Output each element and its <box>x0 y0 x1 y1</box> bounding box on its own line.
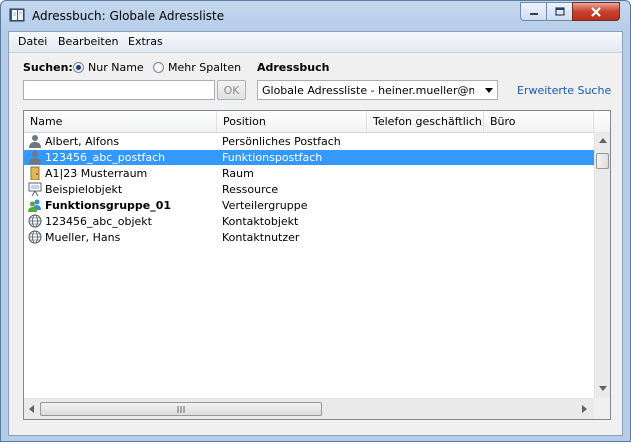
table-row[interactable]: Albert, Alfons Persönliches Postfach <box>24 134 594 149</box>
row-position: Raum <box>222 167 254 180</box>
maximize-button[interactable] <box>546 2 573 21</box>
radio-more-columns[interactable] <box>153 62 164 73</box>
radio-name-only-label[interactable]: Nur Name <box>88 61 144 74</box>
table-row[interactable]: A1|23 Musterraum Raum <box>24 166 594 181</box>
window-title: Adressbuch: Globale Adressliste <box>32 9 225 23</box>
menu-bar: Datei Bearbeiten Extras <box>9 32 622 53</box>
menu-item-extras[interactable]: Extras <box>128 35 163 48</box>
search-label: Suchen: <box>23 61 73 74</box>
column-header-office[interactable]: Büro <box>484 111 594 132</box>
minimize-button[interactable] <box>520 2 547 21</box>
row-position: Funktionspostfach <box>222 151 323 164</box>
ok-button[interactable]: OK <box>217 80 246 100</box>
search-input[interactable] <box>23 80 215 100</box>
ok-button-label: OK <box>223 83 240 97</box>
scroll-down-icon[interactable] <box>599 386 607 391</box>
list-header: Name Position Telefon geschäftlich Büro <box>24 111 610 133</box>
row-name: A1|23 Musterraum <box>45 167 148 180</box>
globe-icon <box>28 230 42 244</box>
vertical-scrollbar[interactable] <box>594 132 610 398</box>
addressbook-label: Adressbuch <box>257 61 330 74</box>
user-icon <box>29 135 41 148</box>
scroll-corner <box>594 398 610 419</box>
title-bar[interactable]: Adressbuch: Globale Adressliste <box>1 1 630 31</box>
room-icon <box>30 166 40 180</box>
row-name: Albert, Alfons <box>45 135 120 148</box>
menu-item-bearbeiten[interactable]: Bearbeiten <box>58 35 118 48</box>
scroll-left-icon[interactable] <box>29 405 34 413</box>
address-book-icon <box>9 8 25 22</box>
scroll-right-icon[interactable] <box>582 405 587 413</box>
menu-item-datei[interactable]: Datei <box>18 35 47 48</box>
row-name: 123456_abc_objekt <box>45 215 152 228</box>
table-row-selected[interactable]: 123456_abc_postfach Funktionspostfach <box>24 150 594 165</box>
close-icon <box>591 6 601 17</box>
user-icon <box>29 151 41 164</box>
radio-more-columns-label[interactable]: Mehr Spalten <box>168 61 241 74</box>
dialog-content: Datei Bearbeiten Extras Suchen: Nur Name… <box>8 31 623 436</box>
horizontal-scroll-thumb[interactable] <box>40 402 322 416</box>
row-position: Ressource <box>222 183 279 196</box>
maximize-icon <box>554 7 565 16</box>
vertical-scroll-thumb[interactable] <box>596 153 609 169</box>
row-name: Beispielobjekt <box>45 183 123 196</box>
row-name: 123456_abc_postfach <box>45 151 166 164</box>
minimize-icon <box>529 12 538 15</box>
horizontal-scrollbar[interactable] <box>24 398 594 419</box>
row-position: Verteilergruppe <box>222 199 308 212</box>
table-row[interactable]: Funktionsgruppe_01 Verteilergruppe <box>24 198 594 213</box>
table-row[interactable]: Beispielobjekt Ressource <box>24 182 594 197</box>
table-row[interactable]: 123456_abc_objekt Kontaktobjekt <box>24 214 594 229</box>
close-button[interactable] <box>572 2 620 21</box>
row-position: Persönliches Postfach <box>222 135 341 148</box>
table-row[interactable]: Mueller, Hans Kontaktnutzer <box>24 230 594 245</box>
chevron-down-icon <box>485 88 493 93</box>
resource-icon <box>28 182 42 196</box>
advanced-search-link[interactable]: Erweiterte Suche <box>517 84 611 97</box>
address-list: Name Position Telefon geschäftlich Büro … <box>23 110 611 420</box>
radio-name-only[interactable] <box>73 62 84 73</box>
globe-icon <box>28 214 42 228</box>
grip-icon <box>177 406 185 413</box>
addressbook-dropdown[interactable]: Globale Adressliste - heiner.mueller@m.. <box>257 80 498 100</box>
address-book-window: Adressbuch: Globale Adressliste Datei Be… <box>0 0 631 442</box>
column-header-position[interactable]: Position <box>217 111 367 132</box>
row-position: Kontaktobjekt <box>222 215 299 228</box>
row-name: Funktionsgruppe_01 <box>45 199 172 212</box>
addressbook-selected: Globale Adressliste - heiner.mueller@m.. <box>262 84 474 97</box>
column-header-name[interactable]: Name <box>24 111 217 132</box>
row-position: Kontaktnutzer <box>222 231 300 244</box>
row-name: Mueller, Hans <box>45 231 121 244</box>
scroll-up-icon[interactable] <box>599 138 607 143</box>
column-header-phone[interactable]: Telefon geschäftlich <box>367 111 484 132</box>
group-icon <box>28 199 41 212</box>
